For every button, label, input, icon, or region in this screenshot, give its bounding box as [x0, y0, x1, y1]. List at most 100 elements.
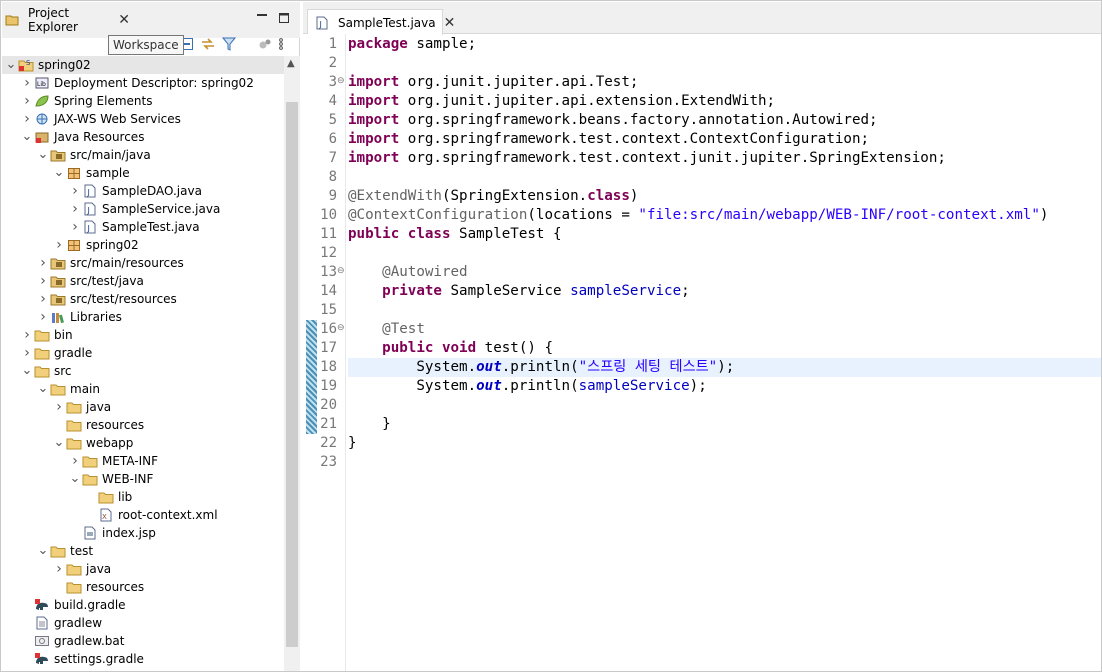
code-line[interactable]: package sample;	[348, 35, 1101, 54]
code-line[interactable]	[348, 453, 1101, 472]
tree-item[interactable]: › JAX-WS Web Services	[2, 110, 284, 128]
fold-toggle-icon[interactable]: ⊖	[337, 266, 345, 276]
chevron-right-icon[interactable]: ›	[20, 346, 34, 360]
chevron-right-icon[interactable]: ›	[68, 220, 82, 234]
tab-sampletest-java[interactable]: J SampleTest.java ✕	[307, 9, 455, 35]
tree-item[interactable]: ⌄ test	[2, 542, 284, 560]
chevron-down-icon[interactable]: ⌄	[20, 364, 34, 377]
explorer-scrollbar[interactable]: ▲	[284, 56, 300, 671]
tree-item[interactable]: resources	[2, 578, 284, 596]
code-line[interactable]	[348, 54, 1101, 73]
tree-item[interactable]: gradlew.bat	[2, 632, 284, 650]
tree-item[interactable]: ⌄ webapp	[2, 434, 284, 452]
chevron-down-icon[interactable]: ⌄	[36, 382, 50, 395]
tree-item[interactable]: › Spring Elements	[2, 92, 284, 110]
code-line[interactable]: public void test() {	[348, 339, 1101, 358]
minimize-icon[interactable]	[256, 12, 268, 27]
code-line[interactable]: }	[348, 415, 1101, 434]
chevron-right-icon[interactable]: ›	[20, 76, 34, 90]
tree-item[interactable]: resources	[2, 416, 284, 434]
code-line[interactable]: System.out.println(sampleService);	[348, 377, 1101, 396]
code-line[interactable]: }	[348, 434, 1101, 453]
code-line[interactable]: System.out.println("스프링 세팅 테스트");	[348, 358, 1101, 377]
code-line[interactable]: @ContextConfiguration(locations = "file:…	[348, 206, 1101, 225]
tree-item[interactable]: › J SampleService.java	[2, 200, 284, 218]
tree-item[interactable]: › src/test/resources	[2, 290, 284, 308]
tree-item[interactable]: › Lib Deployment Descriptor: spring02	[2, 74, 284, 92]
chevron-right-icon[interactable]: ›	[20, 94, 34, 108]
chevron-right-icon[interactable]: ›	[68, 184, 82, 198]
chevron-right-icon[interactable]: ›	[52, 400, 66, 414]
tree-item[interactable]: ⌄ src/main/java	[2, 146, 284, 164]
code-line[interactable]	[348, 301, 1101, 320]
tree-item[interactable]: › META-INF	[2, 452, 284, 470]
code-token: org.springframework.test.context.junit.j…	[399, 150, 946, 166]
chevron-right-icon[interactable]: ›	[36, 310, 50, 324]
code-line[interactable]: import org.springframework.test.context.…	[348, 149, 1101, 168]
tree-item[interactable]: ⌄ Sspring02	[2, 56, 284, 74]
fold-toggle-icon[interactable]: ⊖	[337, 76, 345, 86]
tree-item[interactable]: ⌄ Java Resources	[2, 128, 284, 146]
chevron-down-icon[interactable]: ⌄	[52, 166, 66, 179]
code-line[interactable]: import org.springframework.test.context.…	[348, 130, 1101, 149]
tree-item[interactable]: build.gradle	[2, 596, 284, 614]
chevron-down-icon[interactable]: ⌄	[36, 544, 50, 557]
code-line[interactable]	[348, 244, 1101, 263]
code-line[interactable]: @Test	[348, 320, 1101, 339]
chevron-right-icon[interactable]: ›	[68, 454, 82, 468]
tree-item[interactable]: › J SampleDAO.java	[2, 182, 284, 200]
chevron-right-icon[interactable]: ›	[20, 112, 34, 126]
tree-item[interactable]: › bin	[2, 326, 284, 344]
fold-toggle-icon[interactable]: ⊖	[337, 323, 345, 333]
close-icon[interactable]: ✕	[444, 15, 456, 31]
scroll-up-icon[interactable]: ▲	[287, 58, 295, 69]
chevron-right-icon[interactable]: ›	[36, 274, 50, 288]
tree-item[interactable]: › Libraries	[2, 308, 284, 326]
code-line[interactable]: import org.junit.jupiter.api.extension.E…	[348, 92, 1101, 111]
tree-item[interactable]: › gradle	[2, 344, 284, 362]
tab-project-explorer[interactable]: Project Explorer ✕	[2, 6, 130, 34]
chevron-right-icon[interactable]: ›	[68, 202, 82, 216]
tree-item[interactable]: › java	[2, 398, 284, 416]
code-line[interactable]: import org.junit.jupiter.api.Test;	[348, 73, 1101, 92]
link-with-editor-icon[interactable]	[200, 37, 216, 55]
maximize-icon[interactable]	[278, 12, 290, 27]
tree-item[interactable]: › J SampleTest.java	[2, 218, 284, 236]
focus-icon[interactable]	[258, 37, 272, 55]
tree-item[interactable]: index.jsp	[2, 524, 284, 542]
code-line[interactable]	[348, 168, 1101, 187]
chevron-down-icon[interactable]: ⌄	[4, 58, 18, 71]
chevron-down-icon[interactable]: ⌄	[68, 472, 82, 485]
chevron-right-icon[interactable]: ›	[20, 328, 34, 342]
tree-item[interactable]: › spring02	[2, 236, 284, 254]
filter-icon[interactable]	[221, 37, 237, 55]
tree-item[interactable]: gradlew	[2, 614, 284, 632]
close-icon[interactable]: ✕	[118, 12, 130, 28]
tree-item[interactable]: Xroot-context.xml	[2, 506, 284, 524]
code-line[interactable]: @ExtendWith(SpringExtension.class)	[348, 187, 1101, 206]
chevron-down-icon[interactable]: ⌄	[36, 148, 50, 161]
chevron-right-icon[interactable]: ›	[36, 256, 50, 270]
tree-item[interactable]: › src/main/resources	[2, 254, 284, 272]
chevron-down-icon[interactable]: ⌄	[52, 436, 66, 449]
tree-item[interactable]: ⌄ sample	[2, 164, 284, 182]
tree-item[interactable]: ⌄ main	[2, 380, 284, 398]
code-line[interactable]: @Autowired	[348, 263, 1101, 282]
chevron-right-icon[interactable]: ›	[52, 562, 66, 576]
code-line[interactable]: import org.springframework.beans.factory…	[348, 111, 1101, 130]
code-editor[interactable]: package sample; import org.junit.jupiter.…	[348, 34, 1101, 671]
tree-item[interactable]: settings.gradle	[2, 650, 284, 668]
tree-item[interactable]: lib	[2, 488, 284, 506]
tree-item[interactable]: ⌄ src	[2, 362, 284, 380]
code-line[interactable]: public class SampleTest {	[348, 225, 1101, 244]
chevron-down-icon[interactable]: ⌄	[20, 130, 34, 143]
code-line[interactable]	[348, 396, 1101, 415]
chevron-right-icon[interactable]: ›	[36, 292, 50, 306]
tree-item[interactable]: ⌄ WEB-INF	[2, 470, 284, 488]
code-line[interactable]: private SampleService sampleService;	[348, 282, 1101, 301]
tree-item[interactable]: › src/test/java	[2, 272, 284, 290]
chevron-right-icon[interactable]: ›	[52, 238, 66, 252]
view-menu-icon[interactable]	[278, 37, 284, 55]
tree-item[interactable]: › java	[2, 560, 284, 578]
scrollbar-thumb[interactable]	[286, 102, 298, 647]
